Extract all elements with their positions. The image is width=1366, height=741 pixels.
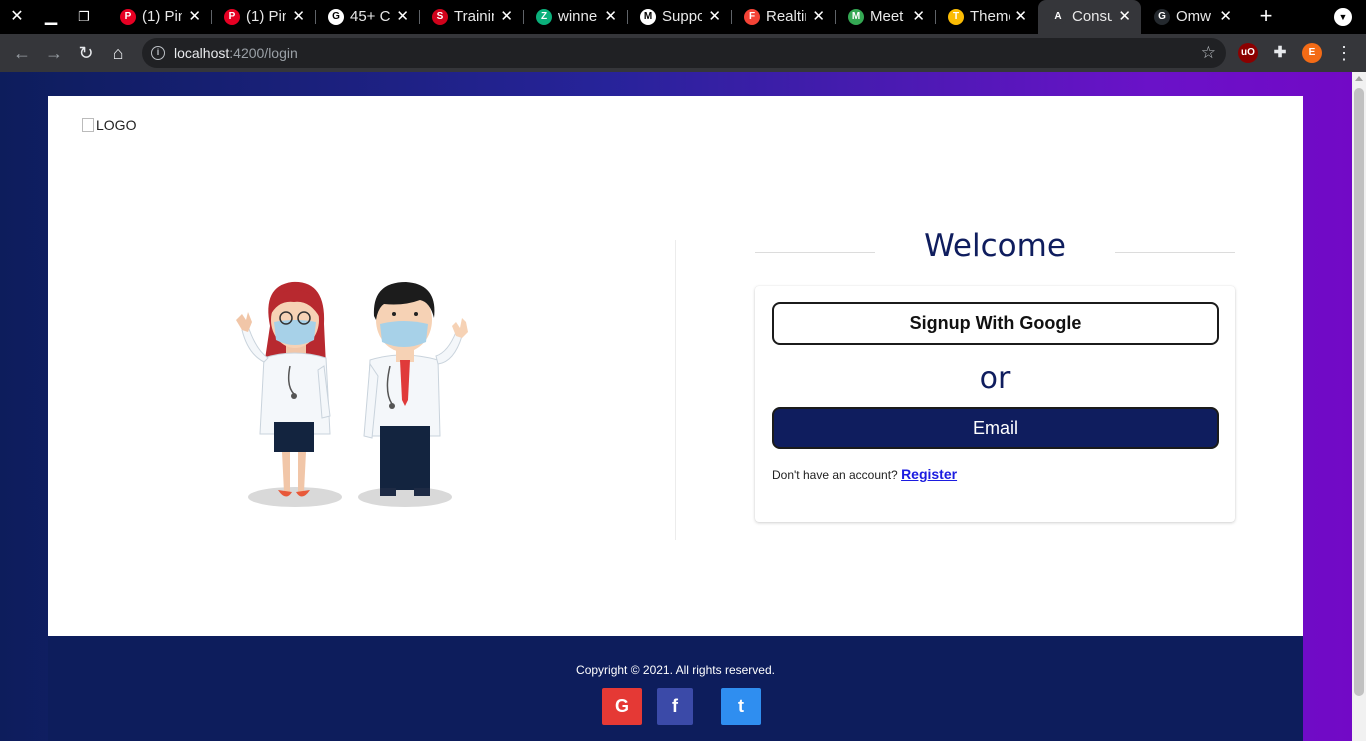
- email-button[interactable]: Email: [772, 407, 1219, 449]
- tab-strip: ✕ ▁ ❐ P (1) Pinterest ✕ P (1) Pinterest ✕ G 45+…: [0, 0, 1366, 34]
- tab-title: Meet: [870, 8, 904, 25]
- browser-tab[interactable]: M Meet ✕: [836, 0, 935, 34]
- tab-close-icon[interactable]: ✕: [188, 0, 201, 34]
- github-icon: G: [1154, 9, 1170, 25]
- scrollbar-thumb[interactable]: [1354, 88, 1364, 696]
- register-link[interactable]: Register: [901, 466, 957, 482]
- tab-title: Support: [662, 8, 702, 25]
- signup-google-button[interactable]: Signup With Google: [772, 302, 1219, 345]
- forward-icon[interactable]: →: [40, 39, 68, 67]
- browser-toolbar: ← → ↻ ⌂ i localhost:4200/login ☆ uO ✚ E …: [0, 34, 1366, 72]
- tab-close-icon[interactable]: ✕: [708, 0, 721, 34]
- restore-icon[interactable]: ❐: [67, 0, 101, 34]
- login-card: LOGO Welcome Signup With Google or Email…: [48, 96, 1303, 636]
- browser-tab[interactable]: S Training ✕: [420, 0, 523, 34]
- footer: Copyright © 2021. All rights reserved. G…: [48, 636, 1303, 741]
- tab-title: Omw: [1176, 8, 1211, 25]
- doctors-illustration: [236, 281, 468, 507]
- login-options-box: Signup With Google or Email Don't have a…: [755, 286, 1235, 522]
- page-scrollbar[interactable]: [1352, 72, 1366, 741]
- ublock-icon[interactable]: uO: [1238, 43, 1258, 63]
- twitter-social-button[interactable]: t: [721, 688, 761, 725]
- browser-tab[interactable]: G Omw ✕: [1142, 0, 1242, 34]
- back-icon[interactable]: ←: [8, 39, 36, 67]
- facebook-icon: f: [672, 696, 678, 716]
- angular-icon: A: [1050, 9, 1066, 25]
- minimize-icon[interactable]: ▁: [34, 0, 68, 34]
- tab-close-icon[interactable]: ✕: [396, 0, 409, 34]
- google-social-button[interactable]: G: [602, 688, 642, 725]
- vertical-divider: [675, 240, 676, 540]
- pinterest-icon: P: [224, 9, 240, 25]
- page-viewport: LOGO Welcome Signup With Google or Email…: [0, 72, 1352, 741]
- welcome-text: Welcome: [924, 228, 1066, 264]
- no-account-text: Don't have an account?: [772, 468, 898, 482]
- flame-icon: F: [744, 9, 760, 25]
- logo-image[interactable]: LOGO: [82, 117, 136, 133]
- tab-title: Themes: [970, 8, 1010, 25]
- browser-tab[interactable]: A Consult ✕: [1038, 0, 1141, 34]
- tab-close-icon[interactable]: ✕: [912, 0, 925, 34]
- browser-tab[interactable]: P (1) Pinterest ✕: [108, 0, 211, 34]
- meet-icon: M: [848, 9, 864, 25]
- register-prompt: Don't have an account? Register: [772, 466, 957, 482]
- globe-icon: G: [328, 9, 344, 25]
- medium-icon: M: [640, 9, 656, 25]
- tab-close-icon[interactable]: ✕: [604, 0, 617, 34]
- tab-title: Realtime: [766, 8, 806, 25]
- browser-tab[interactable]: M Support ✕: [628, 0, 731, 34]
- home-icon[interactable]: ⌂: [104, 39, 132, 67]
- tab-title: Consult: [1072, 8, 1112, 25]
- tab-title: (1) Pinterest: [246, 8, 286, 25]
- browser-tab[interactable]: T Themes✕: [936, 0, 1037, 34]
- tab-search-icon[interactable]: ▼: [1334, 8, 1352, 26]
- url-host: localhost: [174, 45, 230, 61]
- twitter-icon: t: [738, 696, 744, 716]
- logo-alt-text: LOGO: [96, 117, 137, 133]
- copyright-text: Copyright © 2021. All rights reserved.: [576, 663, 775, 677]
- site-info-icon[interactable]: i: [151, 46, 165, 60]
- new-tab-button[interactable]: +: [1254, 0, 1278, 34]
- bookmark-star-icon[interactable]: ☆: [1201, 38, 1216, 68]
- broken-image-icon: [82, 118, 94, 132]
- google-icon: G: [614, 696, 629, 716]
- browser-tab[interactable]: G 45+ Cool ✕: [316, 0, 419, 34]
- extensions-puzzle-icon[interactable]: ✚: [1270, 43, 1290, 63]
- url-path: :4200/login: [229, 45, 298, 61]
- profile-avatar[interactable]: E: [1302, 43, 1322, 63]
- browser-tab[interactable]: F Realtime ✕: [732, 0, 835, 34]
- shield-icon: T: [948, 9, 964, 25]
- tab-close-icon[interactable]: ✕: [1014, 0, 1027, 34]
- browser-menu-icon[interactable]: ⋮: [1334, 39, 1354, 67]
- facebook-social-button[interactable]: f: [657, 688, 693, 725]
- address-bar[interactable]: i localhost:4200/login ☆: [142, 38, 1226, 68]
- zap-icon: Z: [536, 9, 552, 25]
- welcome-heading: Welcome: [755, 228, 1235, 274]
- tab-title: (1) Pinterest: [142, 8, 182, 25]
- tab-title: 45+ Cool: [350, 8, 390, 25]
- pinterest-icon: P: [120, 9, 136, 25]
- or-separator: or: [979, 361, 1011, 396]
- tab-close-icon[interactable]: ✕: [812, 0, 825, 34]
- browser-tab[interactable]: P (1) Pinterest ✕: [212, 0, 315, 34]
- tab-close-icon[interactable]: ✕: [1118, 0, 1131, 34]
- training-icon: S: [432, 9, 448, 25]
- tab-title: Training: [454, 8, 494, 25]
- tab-title: winners: [558, 8, 598, 25]
- close-window-icon[interactable]: ✕: [0, 0, 34, 34]
- tab-close-icon[interactable]: ✕: [500, 0, 513, 34]
- scroll-up-arrow-icon[interactable]: [1355, 76, 1363, 81]
- tab-close-icon[interactable]: ✕: [1219, 0, 1232, 34]
- url-text[interactable]: localhost:4200/login: [174, 38, 298, 68]
- reload-icon[interactable]: ↻: [72, 39, 100, 67]
- tab-close-icon[interactable]: ✕: [292, 0, 305, 34]
- browser-tab[interactable]: Zwinners ✕: [524, 0, 627, 34]
